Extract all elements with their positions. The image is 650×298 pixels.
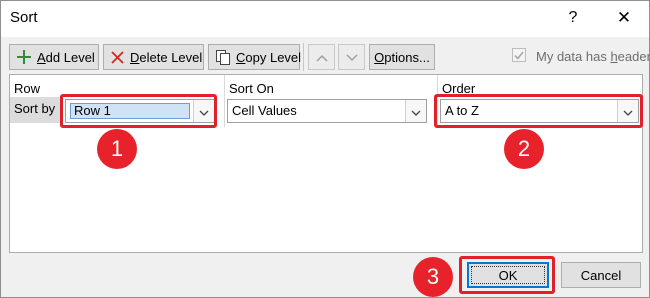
delete-level-label: Delete Level [130,49,203,65]
step-badge-1: 1 [97,129,137,169]
delete-x-icon [110,50,125,65]
move-down-button[interactable] [338,44,365,70]
step-badge-3: 3 [413,257,453,297]
cancel-button[interactable]: Cancel [561,262,641,288]
copy-level-button[interactable]: Copy Level [208,44,302,70]
plus-icon [16,49,32,65]
help-button[interactable]: ? [563,7,583,29]
delete-level-button[interactable]: Delete Level [103,44,204,70]
ok-button[interactable]: OK [467,262,549,288]
close-button[interactable]: ✕ [613,7,635,29]
dialog-title: Sort [10,9,38,26]
column-header-row: Row [14,81,41,96]
title-bar: Sort ? ✕ [1,1,649,37]
my-data-has-headers-label: My data has headers [536,49,650,64]
sort-on-select-value: Cell Values [232,103,297,118]
cancel-label: Cancel [580,267,622,283]
sort-on-dropdown-button[interactable] [405,100,426,122]
highlight-box-order [434,94,643,128]
chevron-up-icon [315,50,328,65]
sort-dialog: Sort ? ✕ Add Level Delete Level Copy Lev… [0,0,650,298]
highlight-box-row [60,94,217,128]
copy-icon [215,49,231,65]
column-header-sort-on: Sort On [229,81,274,96]
add-level-button[interactable]: Add Level [9,44,99,70]
options-button[interactable]: Options... [369,44,435,70]
copy-level-label: Copy Level [236,49,302,65]
chevron-down-icon [345,50,358,65]
step-badge-2: 2 [504,129,544,169]
my-data-has-headers-checkbox[interactable] [512,48,526,62]
focus-ring [471,266,545,284]
toolbar-separator [303,43,304,71]
sort-by-label: Sort by [10,97,60,123]
sort-on-select[interactable]: Cell Values [227,99,427,123]
checkmark-icon [514,48,524,63]
add-level-label: Add Level [37,49,95,65]
options-label: Options... [374,49,430,65]
move-up-button[interactable] [308,44,335,70]
column-divider [224,75,225,127]
chevron-down-icon [411,104,421,119]
